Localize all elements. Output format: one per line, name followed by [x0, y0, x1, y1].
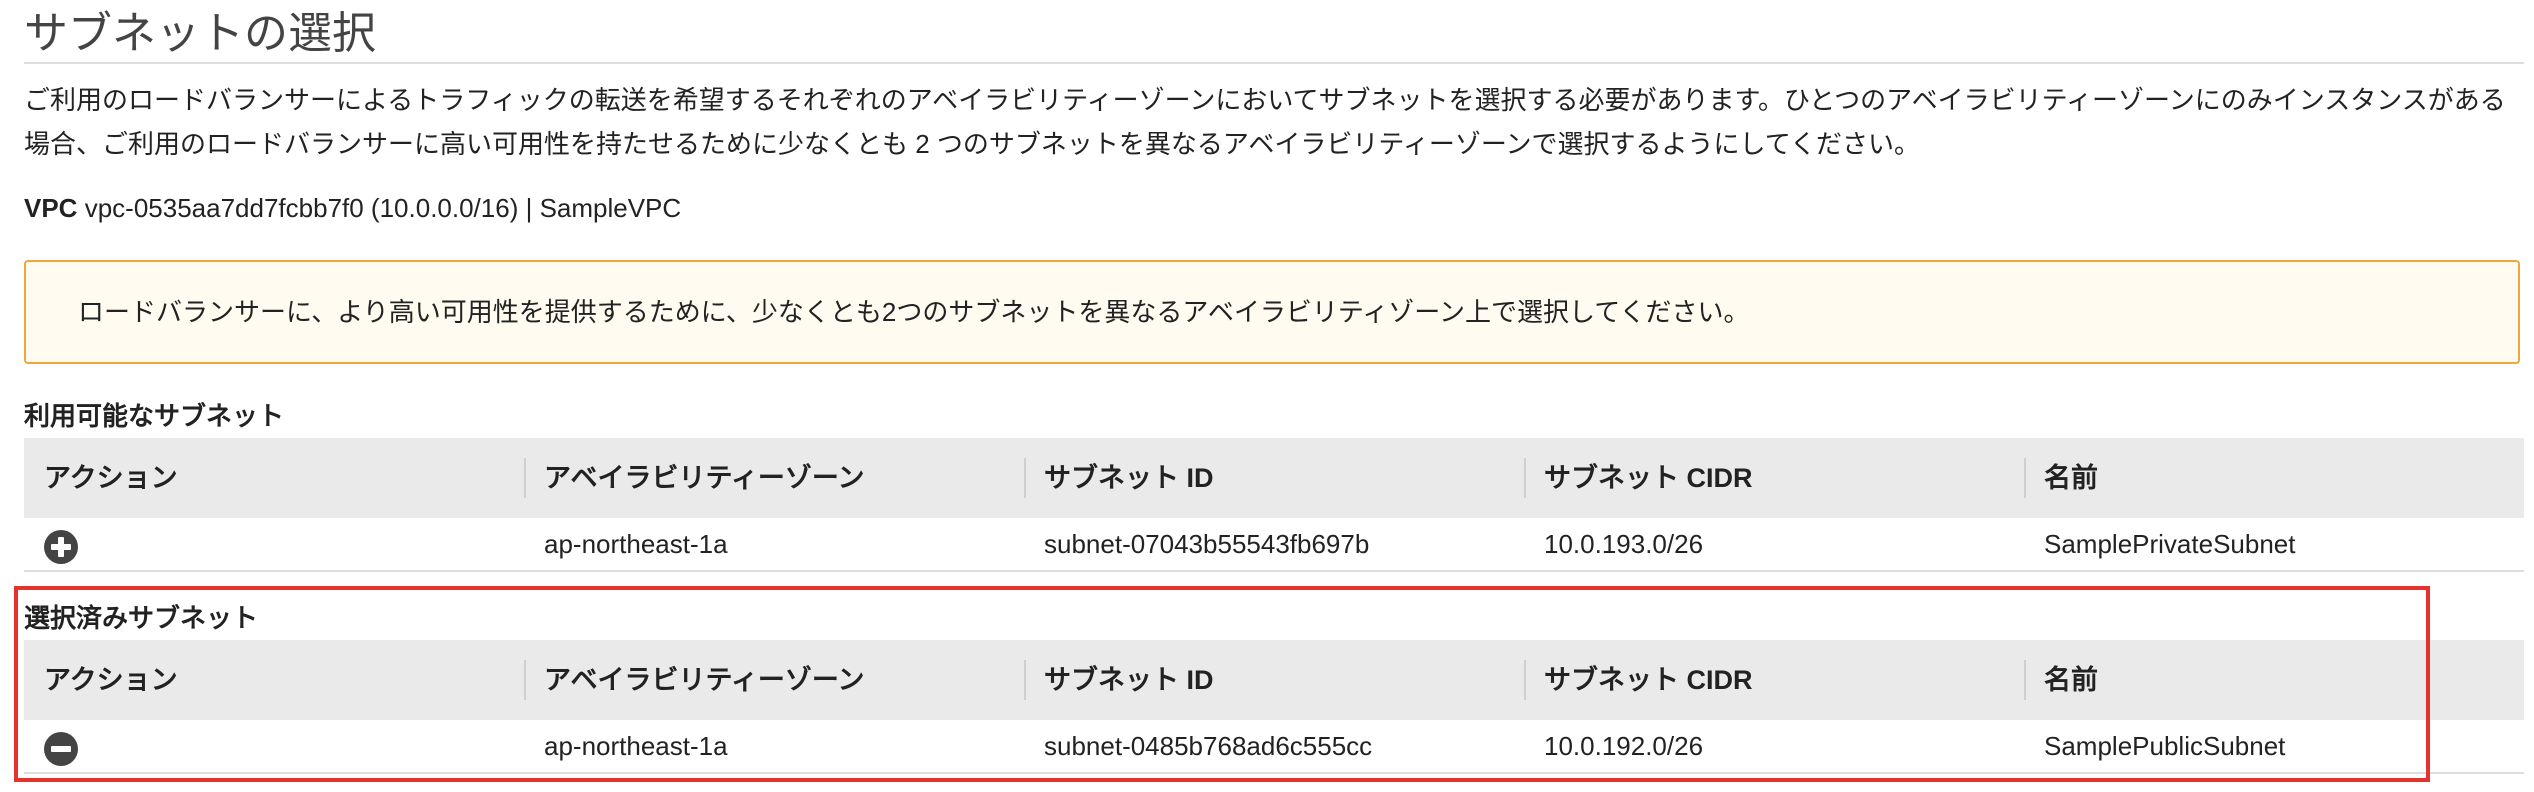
column-divider: [524, 458, 526, 498]
column-divider: [1024, 660, 1026, 700]
vpc-label: VPC: [24, 193, 78, 223]
cell-name: SamplePrivateSubnet: [2044, 529, 2296, 559]
table-row: ap-northeast-1a subnet-0485b768ad6c555cc…: [24, 720, 2524, 774]
cell-cidr: 10.0.193.0/26: [1544, 529, 1704, 559]
vpc-value: vpc-0535aa7dd7fcbb7f0 (10.0.0.0/16) | Sa…: [84, 193, 682, 223]
title-divider: [24, 62, 2524, 64]
column-header-az: アベイラビリティーゾーン: [544, 665, 865, 695]
column-divider: [1024, 458, 1026, 498]
column-header-az: アベイラビリティーゾーン: [544, 463, 865, 493]
column-header-cidr: サブネット CIDR: [1544, 463, 1753, 493]
table-header: アクション アベイラビリティーゾーン サブネット ID サブネット CIDR 名…: [24, 640, 2524, 720]
cell-name: SamplePublicSubnet: [2044, 731, 2286, 761]
available-subnets-table: アクション アベイラビリティーゾーン サブネット ID サブネット CIDR 名…: [24, 438, 2524, 572]
table-header: アクション アベイラビリティーゾーン サブネット ID サブネット CIDR 名…: [24, 438, 2524, 518]
column-header-name: 名前: [2044, 665, 2098, 695]
column-header-subnet-id: サブネット ID: [1044, 665, 1214, 695]
column-header-name: 名前: [2044, 463, 2098, 493]
table-row: ap-northeast-1a subnet-07043b55543fb697b…: [24, 518, 2524, 572]
column-header-action: アクション: [44, 665, 178, 695]
cell-az: ap-northeast-1a: [544, 529, 728, 559]
minus-circle-icon[interactable]: [44, 732, 78, 766]
cell-subnet-id: subnet-07043b55543fb697b: [1044, 529, 1370, 559]
selected-subnets-table: アクション アベイラビリティーゾーン サブネット ID サブネット CIDR 名…: [24, 640, 2524, 774]
column-divider: [1524, 660, 1526, 700]
column-divider: [524, 660, 526, 700]
page-title: サブネットの選択: [24, 9, 376, 58]
column-header-cidr: サブネット CIDR: [1544, 665, 1753, 695]
column-divider: [2024, 660, 2026, 700]
column-divider: [2024, 458, 2026, 498]
available-subnets-title: 利用可能なサブネット: [24, 401, 285, 431]
column-header-action: アクション: [44, 463, 178, 493]
vpc-info: VPC vpc-0535aa7dd7fcbb7f0 (10.0.0.0/16) …: [24, 188, 681, 228]
plus-circle-icon[interactable]: [44, 530, 78, 564]
cell-az: ap-northeast-1a: [544, 731, 728, 761]
description-text: ご利用のロードバランサーによるトラフィックの転送を希望するそれぞれのアベイラビリ…: [24, 85, 2506, 159]
cell-cidr: 10.0.192.0/26: [1544, 731, 1704, 761]
column-header-subnet-id: サブネット ID: [1044, 463, 1214, 493]
warning-text: ロードバランサーに、より高い可用性を提供するために、少なくとも2つのサブネットを…: [78, 297, 1750, 327]
cell-subnet-id: subnet-0485b768ad6c555cc: [1044, 731, 1373, 761]
selected-subnets-title: 選択済みサブネット: [24, 603, 259, 633]
warning-alert: ロードバランサーに、より高い可用性を提供するために、少なくとも2つのサブネットを…: [24, 260, 2520, 364]
column-divider: [1524, 458, 1526, 498]
